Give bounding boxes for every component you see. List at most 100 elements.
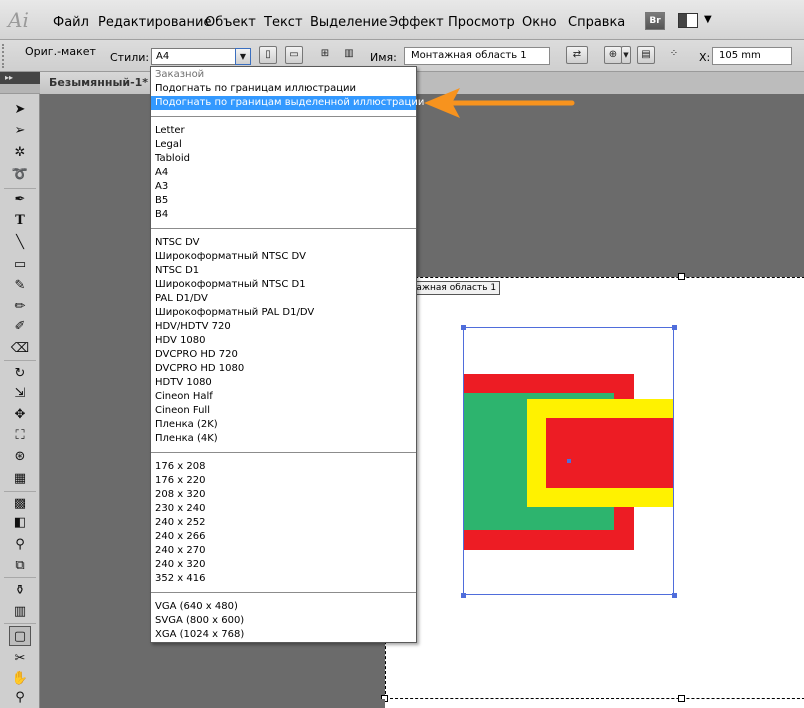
- menu-file[interactable]: Файл: [53, 15, 89, 30]
- artboard-options-button[interactable]: ▤: [637, 46, 655, 64]
- document-tab[interactable]: Безымянный-1* @: [40, 72, 156, 94]
- preset-option[interactable]: Широкоформатный NTSC DV: [151, 250, 416, 264]
- slice-tool-icon[interactable]: ✂: [9, 649, 31, 669]
- preset-option[interactable]: SVGA (800 x 600): [151, 614, 416, 628]
- preset-option[interactable]: PAL D1/DV: [151, 292, 416, 306]
- selection-handle[interactable]: [672, 325, 677, 330]
- preset-option[interactable]: DVCPRO HD 720: [151, 348, 416, 362]
- preset-option[interactable]: Широкоформатный PAL D1/DV: [151, 306, 416, 320]
- menu-type[interactable]: Текст: [264, 15, 303, 30]
- delete-artboard-button[interactable]: ▥: [340, 46, 358, 64]
- preset-option-fit-selected-art[interactable]: Подогнать по границам выделенной иллюстр…: [151, 96, 424, 110]
- selection-handle[interactable]: [672, 593, 677, 598]
- panel-collapse-icon[interactable]: ▸▸: [0, 72, 40, 84]
- menu-divider: [151, 452, 416, 453]
- preset-option[interactable]: 176 x 220: [151, 474, 416, 488]
- preset-option[interactable]: Пленка (4K): [151, 432, 416, 446]
- direct-selection-tool-icon[interactable]: ➢: [9, 121, 31, 141]
- shape-builder-tool-icon[interactable]: ⊛: [9, 447, 31, 467]
- preset-option[interactable]: HDTV 1080: [151, 376, 416, 390]
- pen-tool-icon[interactable]: ✒: [9, 190, 31, 210]
- preset-option[interactable]: 352 x 416: [151, 572, 416, 586]
- zoom-tool-icon[interactable]: ⚲: [9, 688, 31, 708]
- menu-divider: [151, 592, 416, 593]
- selection-handle[interactable]: [461, 593, 466, 598]
- preset-option[interactable]: A4: [151, 166, 416, 180]
- menu-edit[interactable]: Редактирование: [98, 15, 211, 30]
- preset-option[interactable]: 176 x 208: [151, 460, 416, 474]
- preset-option-fit-artwork[interactable]: Подогнать по границам иллюстрации: [151, 82, 416, 96]
- menu-window[interactable]: Окно: [522, 15, 557, 30]
- preset-dropdown-button[interactable]: ▼: [235, 48, 251, 65]
- preset-option[interactable]: B5: [151, 194, 416, 208]
- paintbrush-tool-icon[interactable]: ✎: [9, 276, 31, 296]
- preset-option[interactable]: VGA (640 x 480): [151, 600, 416, 614]
- preset-option[interactable]: Letter: [151, 124, 416, 138]
- line-tool-icon[interactable]: ╲: [9, 233, 31, 253]
- perspective-grid-tool-icon[interactable]: ▦: [9, 469, 31, 489]
- portrait-button[interactable]: ▯: [259, 46, 277, 64]
- scale-tool-icon[interactable]: ⇲: [9, 384, 31, 404]
- preset-option[interactable]: DVCPRO HD 1080: [151, 362, 416, 376]
- preset-option[interactable]: XGA (1024 x 768): [151, 628, 416, 642]
- artboard-handle[interactable]: [678, 273, 685, 280]
- preset-option[interactable]: 240 x 252: [151, 516, 416, 530]
- eyedropper-tool-icon[interactable]: ⚲: [9, 535, 31, 555]
- hand-tool-icon[interactable]: ✋: [9, 669, 31, 689]
- preset-option[interactable]: HDV/HDTV 720: [151, 320, 416, 334]
- selection-tool-icon[interactable]: ➤: [9, 100, 31, 120]
- reference-point-icon[interactable]: ⁘: [665, 46, 683, 64]
- eraser-tool-icon[interactable]: ⌫: [9, 339, 31, 359]
- blend-tool-icon[interactable]: ⧉: [9, 556, 31, 576]
- rotate-tool-icon[interactable]: ↻: [9, 364, 31, 384]
- preset-option[interactable]: Пленка (2K): [151, 418, 416, 432]
- preset-option[interactable]: A3: [151, 180, 416, 194]
- preset-option[interactable]: B4: [151, 208, 416, 222]
- gradient-tool-icon[interactable]: ◧: [9, 513, 31, 533]
- preset-option[interactable]: 240 x 266: [151, 530, 416, 544]
- symbol-sprayer-tool-icon[interactable]: ⚱: [9, 581, 31, 601]
- preset-option[interactable]: 230 x 240: [151, 502, 416, 516]
- preset-option[interactable]: NTSC DV: [151, 236, 416, 250]
- preset-option[interactable]: Cineon Half: [151, 390, 416, 404]
- magic-wand-tool-icon[interactable]: ✲: [9, 143, 31, 163]
- preset-option[interactable]: 208 x 320: [151, 488, 416, 502]
- preset-option[interactable]: HDV 1080: [151, 334, 416, 348]
- reference-point-dropdown[interactable]: ▼: [621, 46, 631, 64]
- selection-handle[interactable]: [461, 325, 466, 330]
- landscape-button[interactable]: ▭: [285, 46, 303, 64]
- preset-option[interactable]: Широкоформатный NTSC D1: [151, 278, 416, 292]
- arrange-documents-button[interactable]: ▼: [678, 12, 716, 30]
- warp-tool-icon[interactable]: ✥: [9, 405, 31, 425]
- preset-option[interactable]: Legal: [151, 138, 416, 152]
- menu-help[interactable]: Справка: [568, 15, 625, 30]
- artboard-handle[interactable]: [678, 695, 685, 702]
- menu-select[interactable]: Выделение: [310, 15, 387, 30]
- blob-brush-tool-icon[interactable]: ✐: [9, 317, 31, 337]
- tools-panel-header[interactable]: [0, 84, 40, 94]
- preset-option[interactable]: Tabloid: [151, 152, 416, 166]
- rectangle-tool-icon[interactable]: ▭: [9, 255, 31, 275]
- preset-option[interactable]: NTSC D1: [151, 264, 416, 278]
- preset-option[interactable]: Cineon Full: [151, 404, 416, 418]
- new-artboard-button[interactable]: ⊞: [316, 46, 334, 64]
- preset-option[interactable]: 240 x 270: [151, 544, 416, 558]
- artboard-name-field[interactable]: Монтажная область 1: [404, 47, 550, 65]
- pencil-tool-icon[interactable]: ✏: [9, 297, 31, 317]
- type-tool-icon[interactable]: T: [9, 211, 31, 231]
- x-position-field[interactable]: 105 mm: [712, 47, 792, 65]
- center-mark-button[interactable]: ⊕: [604, 46, 622, 64]
- mesh-tool-icon[interactable]: ▩: [9, 494, 31, 514]
- menu-view[interactable]: Просмотр: [448, 15, 515, 30]
- menu-object[interactable]: Объект: [205, 15, 256, 30]
- lasso-tool-icon[interactable]: ➰: [9, 165, 31, 185]
- preset-option[interactable]: 240 x 320: [151, 558, 416, 572]
- artboard-options-label[interactable]: Ориг.-макет: [25, 45, 96, 58]
- move-artwork-button[interactable]: ⇄: [566, 46, 588, 64]
- column-graph-tool-icon[interactable]: ▥: [9, 602, 31, 622]
- bridge-button[interactable]: Br: [645, 12, 665, 30]
- free-transform-tool-icon[interactable]: ⛶: [9, 426, 31, 446]
- artboard-tool-icon[interactable]: ▢: [9, 626, 31, 646]
- panel-grip-icon[interactable]: [2, 44, 7, 68]
- menu-effect[interactable]: Эффект: [389, 15, 444, 30]
